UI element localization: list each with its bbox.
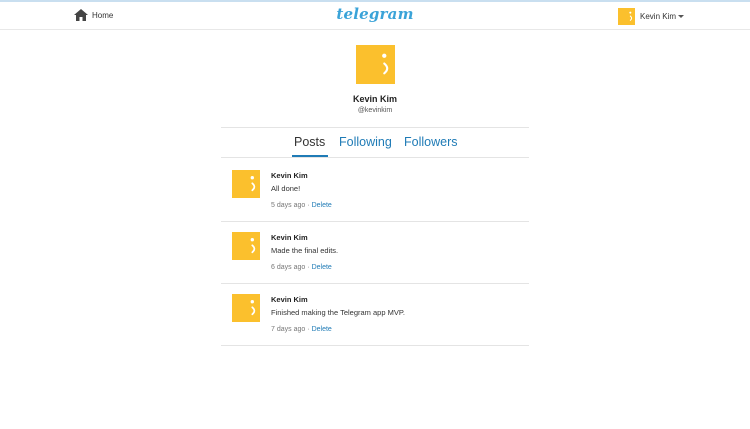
post-timestamp: 7 days ago (271, 326, 306, 333)
post-avatar (232, 232, 260, 260)
tab-following[interactable]: Following (339, 135, 392, 149)
post-text: All done! (271, 184, 301, 193)
post-author[interactable]: Kevin Kim (271, 171, 308, 180)
post-timestamp: 5 days ago (271, 202, 306, 209)
post-text: Finished making the Telegram app MVP. (271, 308, 405, 317)
profile-avatar (356, 45, 395, 84)
delete-link[interactable]: Delete (312, 202, 332, 209)
delete-link[interactable]: Delete (312, 264, 332, 271)
post-item: Kevin Kim Finished making the Telegram a… (221, 284, 529, 346)
delete-link[interactable]: Delete (312, 326, 332, 333)
user-name: Kevin Kim (640, 12, 677, 21)
post-item: Kevin Kim Made the final edits. 6 days a… (221, 222, 529, 284)
post-timestamp: 6 days ago (271, 264, 306, 271)
profile-handle: @kevinkim (357, 107, 393, 114)
post-meta: 7 days ago · Delete (271, 326, 332, 333)
post-meta: 5 days ago · Delete (271, 202, 332, 209)
post-author[interactable]: Kevin Kim (271, 295, 308, 304)
divider (221, 157, 529, 158)
caret-down-icon (678, 15, 685, 18)
post-text: Made the final edits. (271, 246, 339, 255)
user-avatar-icon (618, 8, 635, 25)
tab-followers[interactable]: Followers (404, 135, 458, 149)
post-author[interactable]: Kevin Kim (271, 233, 308, 242)
user-menu-toggle[interactable]: Kevin Kim (618, 8, 685, 25)
profile-name: Kevin Kim (352, 94, 397, 104)
post-avatar (232, 170, 260, 198)
top-navbar: Home telegram Kevin Kim (0, 0, 750, 30)
post-avatar (232, 294, 260, 322)
post-item: Kevin Kim All done! 5 days ago · Delete (221, 160, 529, 222)
post-meta: 6 days ago · Delete (271, 264, 332, 271)
profile-tabs: Posts Following Followers (221, 128, 529, 157)
tab-posts[interactable]: Posts (294, 135, 325, 149)
